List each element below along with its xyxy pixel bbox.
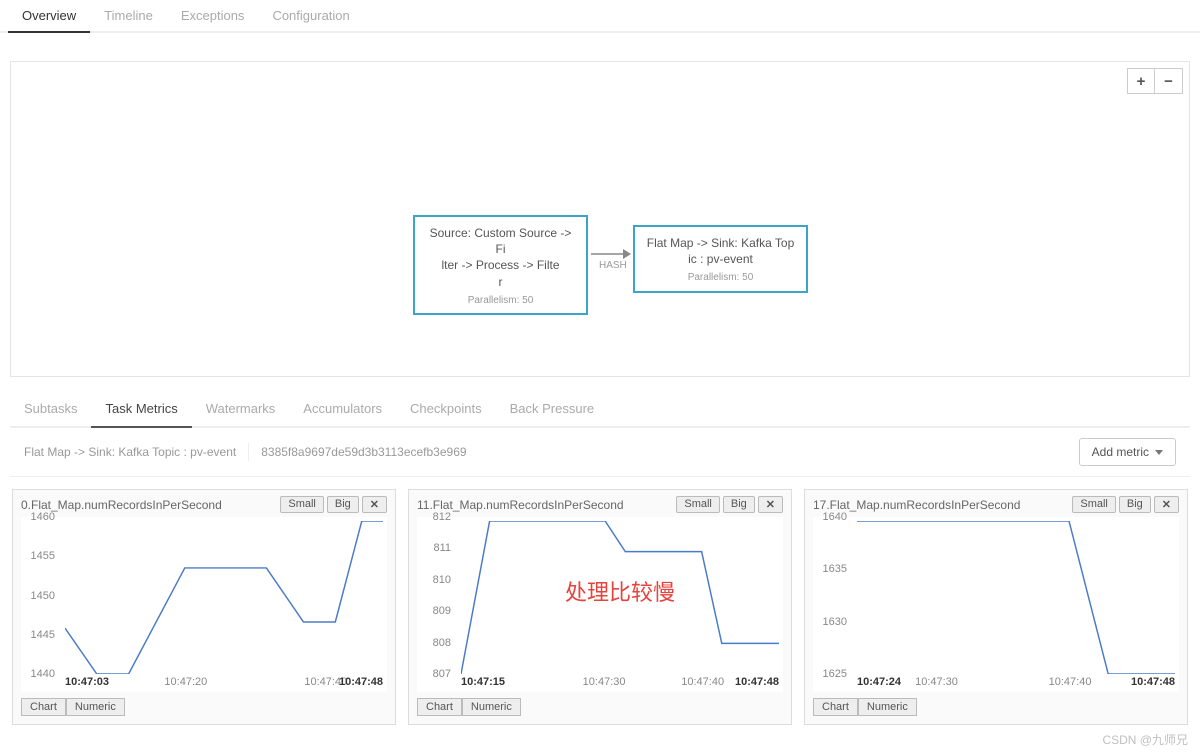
view-numeric-button[interactable]: Numeric <box>858 698 917 716</box>
add-metric-button[interactable]: Add metric <box>1079 438 1176 466</box>
size-small-button[interactable]: Small <box>280 496 324 513</box>
tab-back-pressure[interactable]: Back Pressure <box>496 391 609 426</box>
y-axis-labels: 1640163516301625 <box>813 517 853 674</box>
metric-panels: 0.Flat_Map.numRecordsInPerSecond Small B… <box>0 477 1200 725</box>
x-axis-labels: 10:47:2410:47:3010:47:4010:47:48 <box>857 676 1175 692</box>
view-numeric-button[interactable]: Numeric <box>462 698 521 716</box>
chart-0: 14601455145014451440 10:47:0310:47:2010:… <box>21 517 387 692</box>
metric-panel-0: 0.Flat_Map.numRecordsInPerSecond Small B… <box>12 489 396 725</box>
close-panel-button[interactable]: ✕ <box>1154 496 1179 513</box>
metric-title: 11.Flat_Map.numRecordsInPerSecond <box>417 498 624 512</box>
graph-node-sink-parallelism: Parallelism: 50 <box>645 271 796 285</box>
watermark: CSDN @九师兄 <box>1102 731 1188 748</box>
tab-checkpoints[interactable]: Checkpoints <box>396 391 496 426</box>
details-tabs: Subtasks Task Metrics Watermarks Accumul… <box>10 391 1190 428</box>
x-axis-labels: 10:47:0310:47:2010:47:4010:47:48 <box>65 676 383 692</box>
tab-configuration[interactable]: Configuration <box>258 0 363 31</box>
graph-edge-arrow <box>591 248 629 260</box>
metric-panel-1: 11.Flat_Map.numRecordsInPerSecond Small … <box>408 489 792 725</box>
close-panel-button[interactable]: ✕ <box>362 496 387 513</box>
tab-watermarks[interactable]: Watermarks <box>192 391 290 426</box>
graph-edge-label: HASH <box>599 260 627 271</box>
size-small-button[interactable]: Small <box>676 496 720 513</box>
job-graph-container: + − Source: Custom Source -> Fi lter -> … <box>10 61 1190 377</box>
view-chart-button[interactable]: Chart <box>417 698 462 716</box>
size-big-button[interactable]: Big <box>723 496 755 513</box>
tab-exceptions[interactable]: Exceptions <box>167 0 259 31</box>
size-big-button[interactable]: Big <box>1119 496 1151 513</box>
operator-name: Flat Map -> Sink: Kafka Topic : pv-event <box>24 445 236 459</box>
graph-node-source-title: Source: Custom Source -> Fi lter -> Proc… <box>425 225 576 290</box>
chart-2: 1640163516301625 10:47:2410:47:3010:47:4… <box>813 517 1179 692</box>
y-axis-labels: 812811810809808807 <box>417 517 457 674</box>
view-numeric-button[interactable]: Numeric <box>66 698 125 716</box>
main-tabs: Overview Timeline Exceptions Configurati… <box>0 0 1200 33</box>
operator-id: 8385f8a9697de59d3b3113ecefb3e969 <box>261 445 466 459</box>
graph-node-source-parallelism: Parallelism: 50 <box>425 294 576 308</box>
graph-node-sink-title: Flat Map -> Sink: Kafka Top ic : pv-even… <box>645 235 796 267</box>
tab-overview[interactable]: Overview <box>8 0 90 33</box>
metric-title: 17.Flat_Map.numRecordsInPerSecond <box>813 498 1020 512</box>
caret-down-icon <box>1155 450 1163 455</box>
close-panel-button[interactable]: ✕ <box>758 496 783 513</box>
chart-1: 812811810809808807 处理比较慢 10:47:1510:47:3… <box>417 517 783 692</box>
x-axis-labels: 10:47:1510:47:3010:47:4010:47:48 <box>461 676 779 692</box>
operator-meta-row: Flat Map -> Sink: Kafka Topic : pv-event… <box>10 428 1190 477</box>
tab-task-metrics[interactable]: Task Metrics <box>91 391 191 428</box>
graph-node-sink[interactable]: Flat Map -> Sink: Kafka Top ic : pv-even… <box>633 225 808 293</box>
size-big-button[interactable]: Big <box>327 496 359 513</box>
tab-subtasks[interactable]: Subtasks <box>10 391 91 426</box>
y-axis-labels: 14601455145014451440 <box>21 517 61 674</box>
metric-panel-2: 17.Flat_Map.numRecordsInPerSecond Small … <box>804 489 1188 725</box>
graph-node-source[interactable]: Source: Custom Source -> Fi lter -> Proc… <box>413 215 588 315</box>
size-small-button[interactable]: Small <box>1072 496 1116 513</box>
view-chart-button[interactable]: Chart <box>21 698 66 716</box>
tab-timeline[interactable]: Timeline <box>90 0 167 31</box>
metric-title: 0.Flat_Map.numRecordsInPerSecond <box>21 498 222 512</box>
tab-accumulators[interactable]: Accumulators <box>289 391 396 426</box>
view-chart-button[interactable]: Chart <box>813 698 858 716</box>
